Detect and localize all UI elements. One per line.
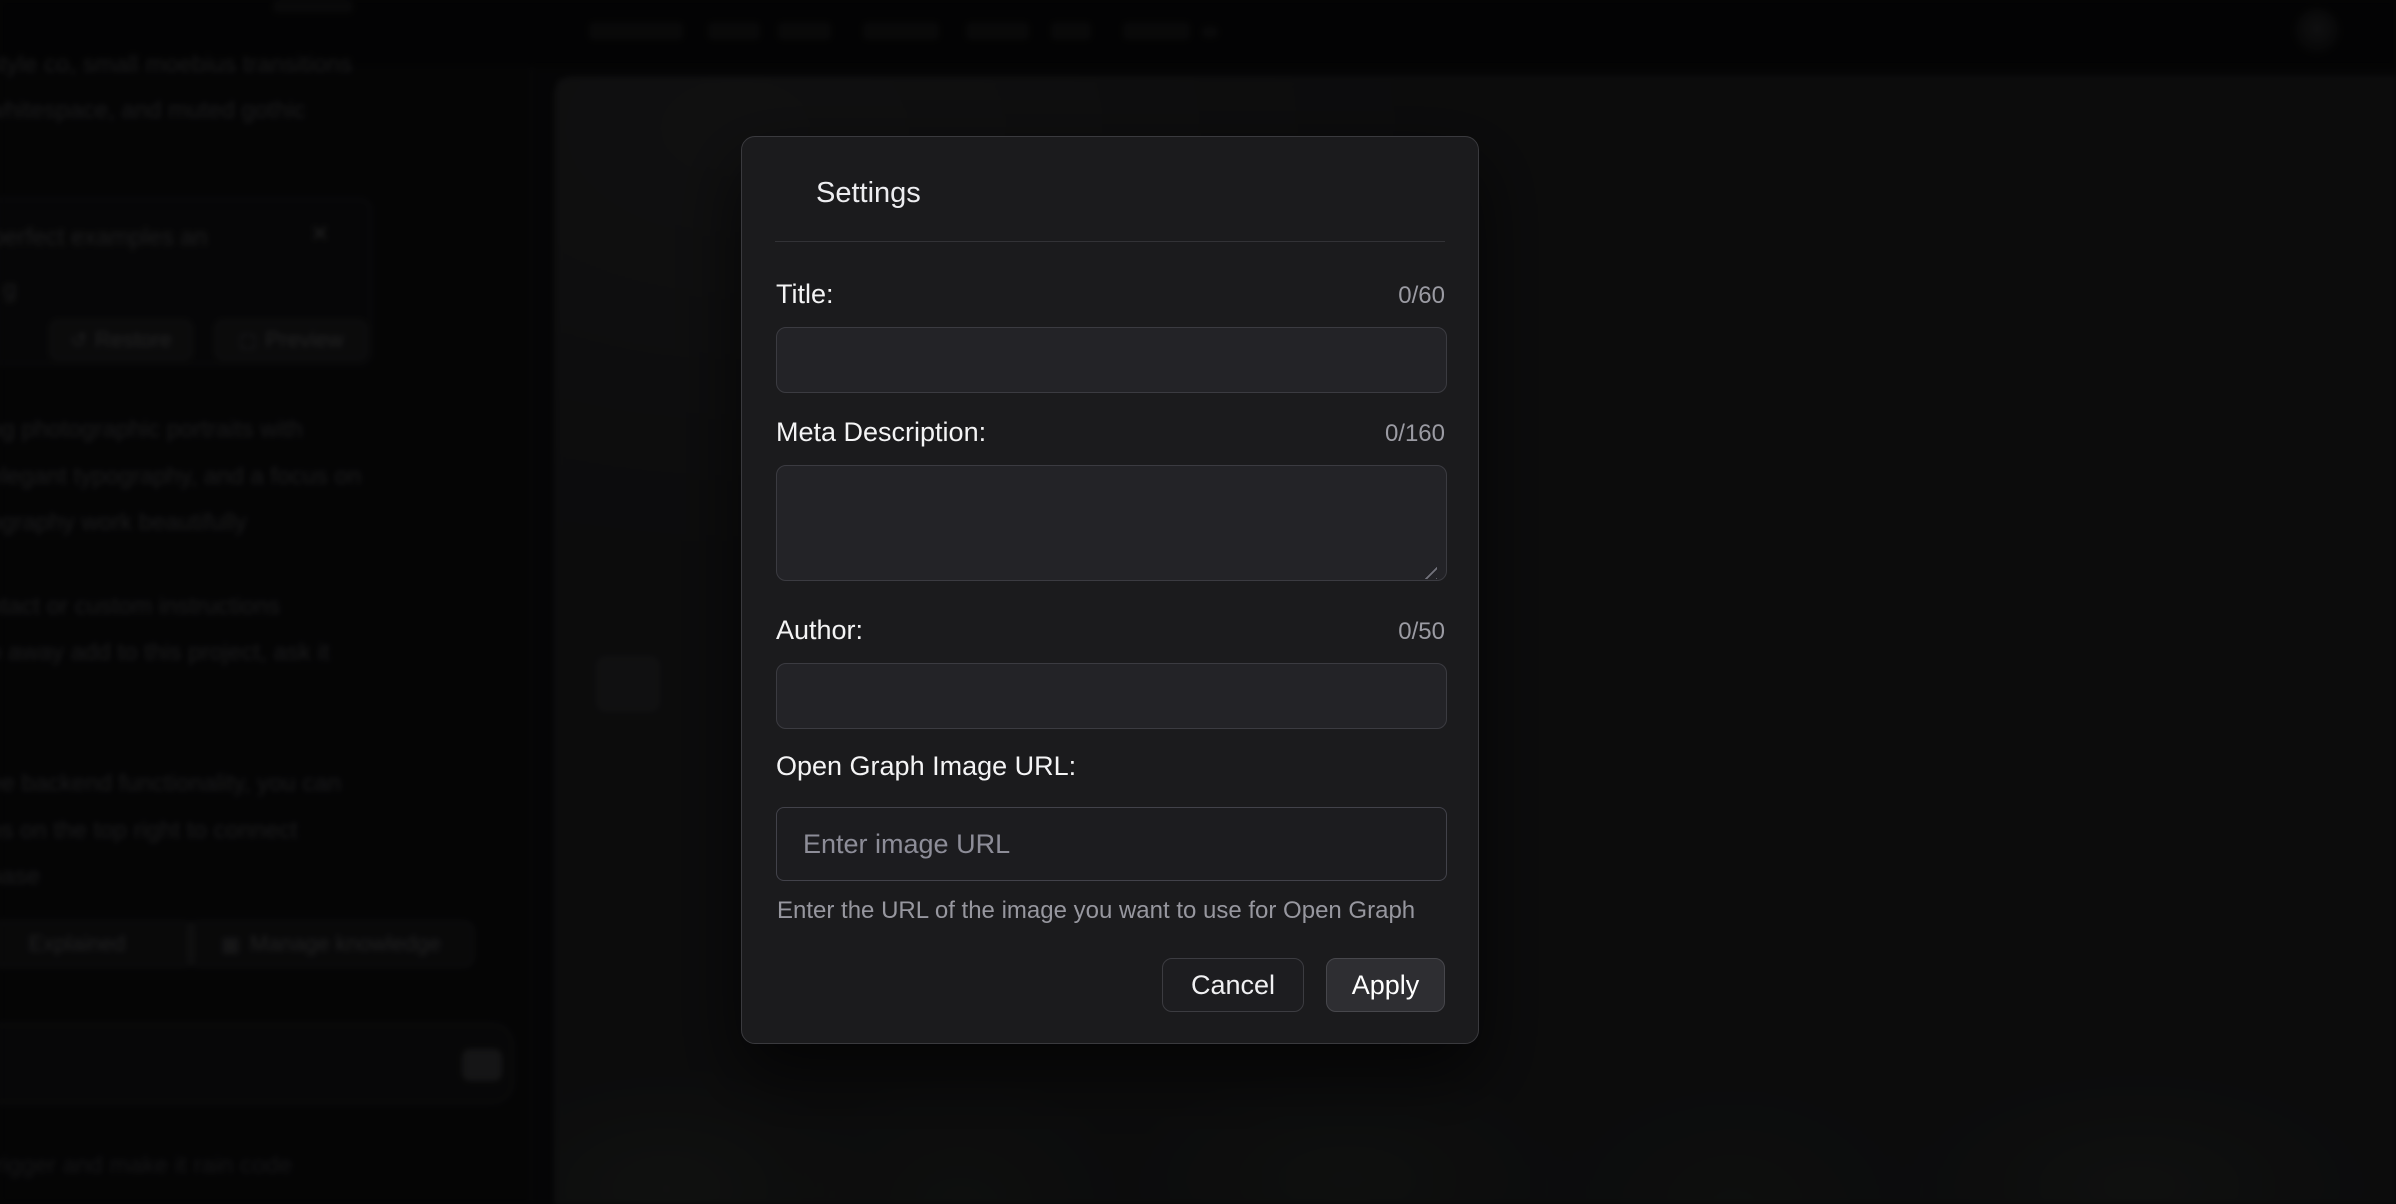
og-image-url-input[interactable] <box>776 807 1447 881</box>
modal-divider <box>775 241 1445 242</box>
title-counter: 0/60 <box>1398 282 1445 310</box>
meta-description-textarea[interactable] <box>776 465 1447 581</box>
og-image-label-row: Open Graph Image URL: <box>776 751 1445 782</box>
og-image-helper-text: Enter the URL of the image you want to u… <box>777 897 1415 925</box>
modal-title: Settings <box>816 177 921 210</box>
meta-description-label-row: Meta Description: 0/160 <box>776 417 1445 448</box>
title-label-row: Title: 0/60 <box>776 279 1445 310</box>
cancel-button[interactable]: Cancel <box>1162 958 1304 1012</box>
title-input[interactable] <box>776 327 1447 393</box>
meta-description-label: Meta Description: <box>776 417 986 448</box>
author-label: Author: <box>776 615 863 646</box>
author-counter: 0/50 <box>1398 618 1445 646</box>
settings-modal: Settings Title: 0/60 Meta Description: 0… <box>741 136 1479 1044</box>
og-image-label: Open Graph Image URL: <box>776 751 1076 782</box>
modal-button-row: Cancel Apply <box>1162 958 1445 1012</box>
title-label: Title: <box>776 279 834 310</box>
author-label-row: Author: 0/50 <box>776 615 1445 646</box>
app-screen: style co, small moebius transitions whit… <box>0 0 2396 1204</box>
meta-description-counter: 0/160 <box>1385 420 1445 448</box>
author-input[interactable] <box>776 663 1447 729</box>
apply-button[interactable]: Apply <box>1326 958 1445 1012</box>
